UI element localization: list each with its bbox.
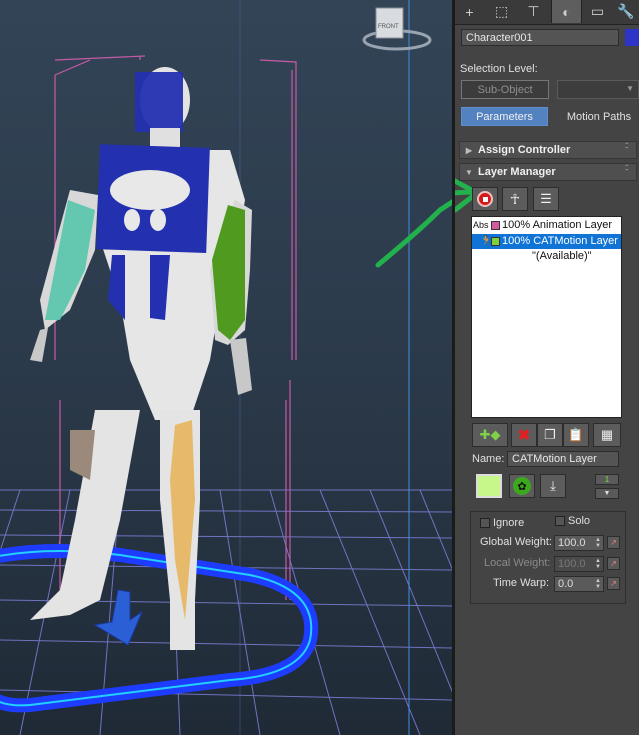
object-name-field[interactable]: Character001: [461, 29, 619, 46]
layer-mode-abs: Abs: [473, 220, 489, 230]
display-icon[interactable]: ▭: [583, 0, 612, 23]
arrow-down-icon: ▼: [603, 490, 611, 497]
hierarchy-icon[interactable]: ⊤: [519, 0, 548, 23]
catmotion-editor-button[interactable]: ✿: [509, 474, 535, 498]
layer-color-swatch: [491, 221, 500, 230]
solo-checkbox[interactable]: [555, 516, 565, 526]
layer-up-button[interactable]: 1: [595, 474, 619, 485]
object-color-swatch[interactable]: [625, 29, 639, 46]
utilities-wrench-icon[interactable]: 🔧: [613, 0, 639, 23]
global-weight-curve-button[interactable]: ↗: [607, 536, 620, 549]
layer-down-button[interactable]: ▼: [595, 488, 619, 499]
record-icon: [477, 191, 493, 207]
grip-icon: ⁚⁚: [625, 165, 628, 172]
viewcube-label: FRONT: [378, 24, 399, 30]
delete-layer-button[interactable]: ✖: [511, 423, 537, 447]
curve-graph-icon: ↗: [610, 538, 617, 547]
ignore-checkbox[interactable]: [480, 518, 490, 528]
spinner-value: 0.0: [558, 578, 574, 590]
rollout-title: Assign Controller: [478, 144, 571, 156]
paste-icon: 📋: [567, 427, 585, 442]
time-warp-label: Time Warp:: [493, 577, 550, 589]
layer-label: 100% CATMotion Layer: [502, 235, 618, 247]
spinner-value: 100.0: [558, 537, 586, 549]
clip-manager-button[interactable]: ☰: [533, 187, 559, 211]
spinner-arrows-icon: ▲ ▼: [595, 578, 601, 590]
record-button[interactable]: [472, 187, 498, 211]
download-icon: ⤓: [550, 478, 556, 493]
perspective-viewport[interactable]: FRONT: [0, 0, 452, 735]
viewport-scene: FRONT: [0, 0, 452, 735]
collapse-triangle-icon: ▼: [465, 167, 473, 177]
catmotion-footprint-path[interactable]: [0, 544, 319, 713]
layer-manager-rollout[interactable]: ▼ Layer Manager ⁚⁚: [459, 163, 637, 181]
add-layer-button[interactable]: ✚◆: [472, 423, 508, 447]
local-weight-curve-button[interactable]: ↗: [607, 557, 620, 570]
sub-object-button[interactable]: Sub-Object: [461, 80, 549, 99]
global-weight-label: Global Weight:: [480, 536, 552, 548]
biped-figure-icon: ☥: [509, 190, 521, 207]
command-panel-tabs: + ⬚ ⊤ ◐ ▭ 🔧: [455, 0, 639, 25]
grip-icon: ⁚⁚: [625, 143, 628, 150]
time-warp-spinner[interactable]: 0.0 ▲ ▼: [554, 576, 604, 592]
available-slot[interactable]: "(Available)": [532, 249, 622, 264]
setup-animation-mode-button[interactable]: ☥: [502, 187, 528, 211]
assign-controller-rollout[interactable]: ▶ Assign Controller ⁚⁚: [459, 141, 637, 159]
solo-label: Solo: [568, 515, 591, 527]
delete-x-icon: ✖: [517, 427, 531, 444]
expand-triangle-icon: ▶: [465, 145, 473, 155]
bake-layer-button[interactable]: ⤓: [540, 474, 566, 498]
annotation-arrow: [375, 199, 452, 268]
paw-icon: ✿: [513, 477, 531, 495]
direction-arrow: [93, 589, 144, 646]
modify-icon[interactable]: ⬚: [487, 0, 516, 23]
add-layer-icon: ✚◆: [479, 427, 501, 442]
motion-paths-button[interactable]: Motion Paths: [559, 107, 639, 126]
layer-list[interactable]: Abs 100% Animation Layer 🏃 100% CATMotio…: [471, 216, 622, 418]
curve-graph-icon: ↗: [610, 579, 617, 588]
spinner-arrows-icon: ▲ ▼: [595, 537, 601, 549]
name-label: Name:: [472, 453, 505, 465]
copy-icon: ❐: [544, 427, 556, 442]
ignore-label: Ignore: [493, 517, 525, 529]
sub-object-dropdown[interactable]: ▼: [557, 80, 639, 99]
layer-color-swatch: [491, 237, 500, 246]
layer-properties-group: Ignore Solo Global Weight: 100.0 ▲ ▼ ↗ Loc…: [470, 511, 626, 604]
curve-graph-icon: ↗: [610, 559, 617, 568]
local-weight-label: Local Weight:: [484, 557, 551, 569]
layer-label: 100% Animation Layer: [502, 219, 613, 231]
motion-icon[interactable]: ◐: [551, 0, 582, 23]
layer-stack-icon: ☰: [540, 191, 552, 206]
copy-layer-button[interactable]: ❐: [537, 423, 563, 447]
layer-name-field[interactable]: CATMotion Layer: [507, 451, 619, 467]
global-weight-spinner[interactable]: 100.0 ▲ ▼: [554, 535, 604, 551]
layer-color-button[interactable]: [476, 474, 502, 498]
chevron-down-icon: ▼: [626, 84, 634, 93]
create-plus-icon[interactable]: +: [455, 0, 484, 23]
layer-row-catmotion[interactable]: 🏃 100% CATMotion Layer: [472, 234, 621, 249]
layer-row-animation[interactable]: Abs 100% Animation Layer: [472, 218, 621, 233]
collapse-icon: ▦: [600, 427, 614, 442]
local-weight-spinner[interactable]: 100.0 ▲ ▼: [554, 556, 604, 572]
viewcube[interactable]: FRONT: [362, 7, 432, 51]
paste-layer-button[interactable]: 📋: [563, 423, 589, 447]
spinner-arrows-icon: ▲ ▼: [595, 558, 601, 570]
time-warp-curve-button[interactable]: ↗: [607, 577, 620, 590]
parameters-button[interactable]: Parameters: [461, 107, 548, 126]
command-panel: + ⬚ ⊤ ◐ ▭ 🔧 Character001 Selection Level…: [455, 0, 639, 735]
selection-level-label: Selection Level:: [460, 63, 538, 75]
spinner-value: 100.0: [558, 558, 586, 570]
collapse-layer-button[interactable]: ▦: [593, 423, 621, 447]
rollout-title: Layer Manager: [478, 166, 556, 178]
